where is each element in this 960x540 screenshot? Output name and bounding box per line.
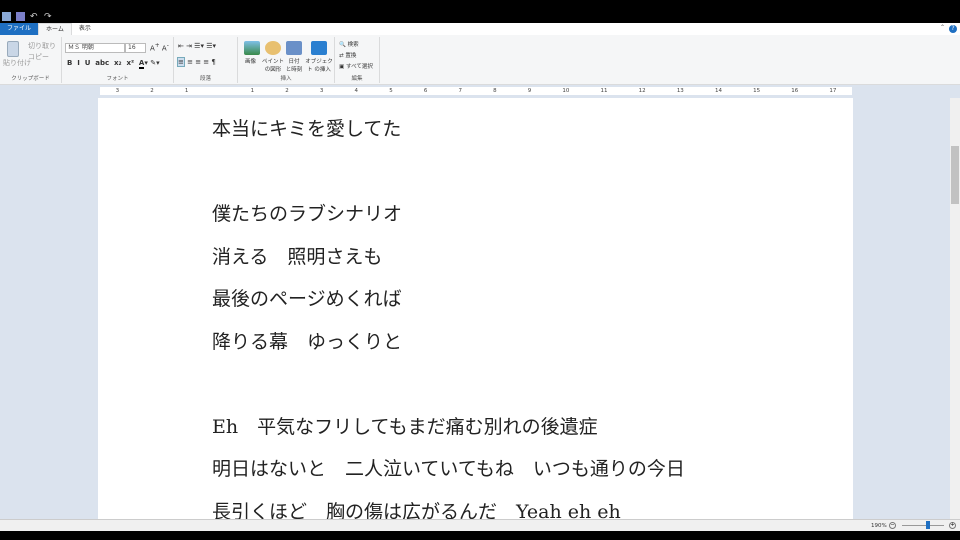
paint-button[interactable]: ペイント の図形: [262, 57, 284, 73]
font-color-icon[interactable]: A: [138, 59, 145, 69]
align-icons[interactable]: ≡ ≡ ≡ ≡ ¶: [177, 57, 216, 67]
vertical-scrollbar[interactable]: [950, 98, 960, 519]
ruler-tick: 6: [423, 88, 428, 94]
document-line[interactable]: 消える 照明さえも: [212, 242, 382, 269]
quick-access-toolbar: ↶ ↷: [0, 10, 53, 23]
object-icon[interactable]: [311, 41, 327, 55]
document-line[interactable]: 本当にキミを愛してた: [212, 114, 401, 141]
zoom-in-button[interactable]: +: [949, 522, 956, 529]
ruler-tick: 11: [600, 88, 608, 94]
cut-button[interactable]: 切り取り: [28, 41, 56, 51]
ribbon-tabs: ファイル ホーム 表示 ⌃ ?: [0, 23, 960, 35]
ruler-tick: 13: [676, 88, 684, 94]
ruler-tick: 5: [389, 88, 393, 94]
status-bar: 190% − +: [0, 519, 960, 531]
insert-label: 挿入: [280, 76, 292, 82]
object-button[interactable]: オブジェクト の挿入: [304, 57, 334, 73]
app-icon: [2, 12, 11, 21]
copy-button[interactable]: コピー: [28, 52, 49, 62]
ruler-tick: 16: [791, 88, 799, 94]
paste-button[interactable]: 貼り付け: [3, 58, 31, 68]
font-name-select[interactable]: ＭＳ 明朝: [65, 43, 125, 53]
tab-file[interactable]: ファイル: [0, 23, 39, 35]
paste-icon[interactable]: [7, 41, 19, 57]
font-label: フォント: [106, 76, 129, 82]
document-line[interactable]: 最後のページめくれば: [212, 284, 402, 311]
collapse-ribbon-icon[interactable]: ⌃: [940, 24, 945, 31]
redo-icon[interactable]: ↷: [44, 12, 53, 22]
undo-icon[interactable]: ↶: [30, 12, 39, 22]
document-line[interactable]: 降りる幕 ゆっくりと: [212, 327, 402, 354]
ribbon: 貼り付け 切り取り コピー クリップボード ＭＳ 明朝 16 A+ A- B I…: [0, 35, 960, 85]
document-area: 本当にキミを愛してた 僕たちのラブシナリオ 消える 照明さえも 最後のページめくれば降…: [0, 98, 950, 519]
ruler-tick: 1: [184, 88, 189, 94]
paragraph-label: 段落: [199, 76, 211, 82]
scroll-thumb[interactable]: [951, 146, 959, 204]
zoom-level: 190%: [871, 523, 887, 529]
save-icon[interactable]: [16, 12, 25, 21]
font-size-select[interactable]: 16: [125, 43, 146, 53]
ruler[interactable]: 3 2 1 1 2 3 4 5 6 7 8 9 10 11 12 13 14 15 16 17: [0, 85, 960, 98]
editing-group: 🔍 検索 ⇄ 置換 ▣ すべて選択 編集: [335, 37, 380, 83]
replace-label: 置換: [345, 53, 357, 59]
ruler-tick: 8: [493, 88, 497, 94]
ruler-tick: 14: [714, 88, 722, 94]
tab-view[interactable]: 表示: [72, 23, 98, 35]
ruler-tick: 4: [354, 88, 359, 94]
ruler-tick: 9: [527, 88, 532, 94]
document-line[interactable]: 明日はないと 二人泣いていてもね いつも通りの今日: [212, 454, 685, 481]
document-line[interactable]: 長引くほど 胸の傷は広がるんだ Yeah eh eh: [212, 497, 621, 519]
picture-button[interactable]: 画像: [245, 57, 256, 65]
ruler-tick: 2: [150, 88, 154, 94]
datetime-button[interactable]: 日付 と時刻: [285, 57, 303, 73]
datetime-icon[interactable]: [286, 41, 302, 55]
ruler-tick: 3: [115, 88, 120, 94]
ruler-tick: 1: [250, 88, 255, 94]
zoom-out-button[interactable]: −: [889, 522, 896, 529]
editing-label: 編集: [351, 76, 363, 82]
ruler-tick: 15: [753, 88, 761, 94]
paragraph-group: ⇤ ⇥ ☰▾ ☰▾ ≡ ≡ ≡ ≡ ¶ 段落: [174, 37, 238, 83]
zoom-slider-thumb[interactable]: [926, 521, 930, 529]
zoom-slider[interactable]: [902, 525, 944, 526]
insert-group: 画像 ペイント の図形 日付 と時刻 オブジェクト の挿入 挿入: [238, 37, 335, 83]
clipboard-group: 貼り付け 切り取り コピー クリップボード: [0, 37, 62, 83]
select-all-button[interactable]: ▣ すべて選択: [339, 62, 373, 70]
document-line[interactable]: 僕たちのラブシナリオ: [212, 199, 402, 226]
font-group: ＭＳ 明朝 16 A+ A- B I U abc x₂ x² A▾ ✎▾ フォン…: [62, 37, 174, 83]
help-icon[interactable]: ?: [949, 25, 957, 33]
grow-font-icon[interactable]: A+ A-: [150, 43, 169, 52]
document-page[interactable]: 本当にキミを愛してた 僕たちのラブシナリオ 消える 照明さえも 最後のページめくれば降…: [98, 98, 853, 519]
ruler-tick: 2: [285, 88, 289, 94]
ruler-tick: 3: [319, 88, 324, 94]
document-line[interactable]: Eh 平気なフリしてもまだ痛む別れの後遺症: [212, 412, 598, 439]
paint-icon[interactable]: [265, 41, 281, 55]
find-label: 検索: [347, 42, 359, 48]
clipboard-label: クリップボード: [11, 76, 50, 82]
picture-icon[interactable]: [244, 41, 260, 55]
ruler-tick: 17: [829, 88, 837, 94]
ruler-tick: 12: [638, 88, 646, 94]
tab-home[interactable]: ホーム: [38, 23, 72, 35]
format-buttons[interactable]: B I U abc x₂ x² A▾ ✎▾: [67, 59, 160, 69]
select-all-label: すべて選択: [345, 64, 373, 70]
ruler-tick: 7: [458, 88, 462, 94]
replace-button[interactable]: ⇄ 置換: [339, 51, 356, 59]
ruler-tick: 10: [562, 88, 570, 94]
indent-list-icons[interactable]: ⇤ ⇥ ☰▾ ☰▾: [178, 42, 216, 50]
find-button[interactable]: 🔍 検索: [339, 40, 359, 48]
